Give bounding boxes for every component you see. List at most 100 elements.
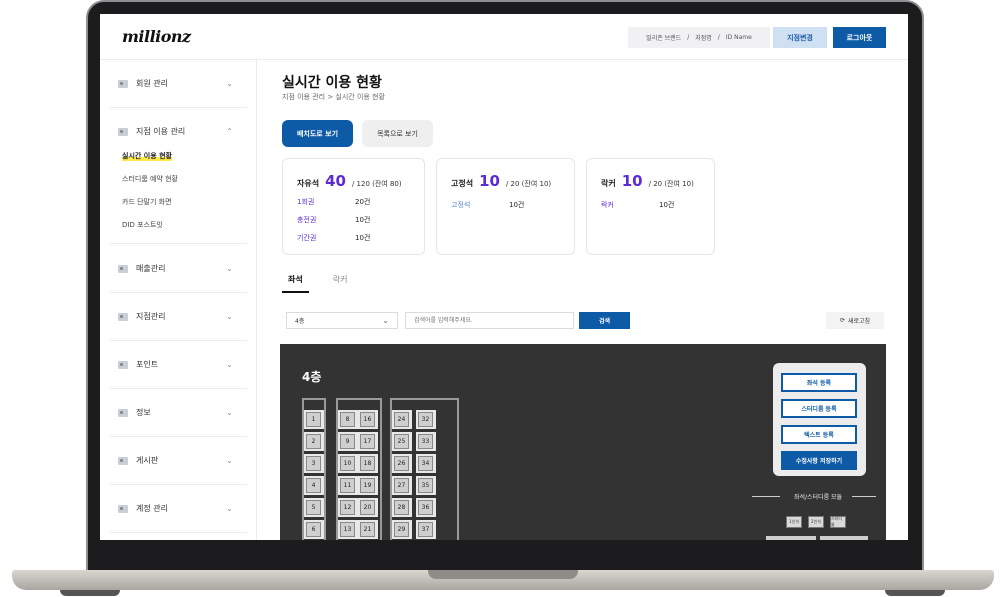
seat-29[interactable]: 29 xyxy=(394,522,409,537)
seat-20[interactable]: 20 xyxy=(360,500,375,515)
module-studyroom[interactable]: 스터디룸 xyxy=(830,516,846,528)
seat-13[interactable]: 13 xyxy=(340,522,355,537)
seat-25[interactable]: 25 xyxy=(394,434,409,449)
member-card-icon xyxy=(118,127,128,136)
logout-button[interactable]: 로그아웃 xyxy=(833,27,886,48)
user-id: ID Name xyxy=(725,34,752,41)
seat-21[interactable]: 21 xyxy=(360,522,375,537)
member-card-icon xyxy=(118,456,128,465)
seat-8[interactable]: 8 xyxy=(340,412,355,427)
sidebar-sub-card-terminal[interactable]: 카드 단말기 화면 xyxy=(110,190,247,213)
tab-bar: 좌석 락커 xyxy=(282,272,353,293)
refresh-button[interactable]: ⟳ 새로고침 xyxy=(826,312,884,329)
map-tool-panel: 좌석 등록 스터디룸 등록 텍스트 등록 수정사항 저장하기 xyxy=(773,363,866,476)
card-stat-row: 충전권 10건 xyxy=(297,216,371,224)
sidebar-sub-studyroom[interactable]: 스터디룸 예약 현황 xyxy=(110,167,247,190)
module-single-seat[interactable]: 1인석 xyxy=(786,516,802,528)
seat-24[interactable]: 24 xyxy=(394,412,409,427)
chevron-down-icon: ⌄ xyxy=(226,504,233,513)
brand-name: 밀리존 브랜드 xyxy=(646,35,682,42)
tab-seats[interactable]: 좌석 xyxy=(282,272,309,293)
module-preview xyxy=(766,536,816,540)
search-button[interactable]: 검색 xyxy=(579,312,630,329)
sidebar-menu-members[interactable]: 회원 관리 ⌄ xyxy=(110,60,247,108)
chevron-down-icon: ⌄ xyxy=(226,264,233,273)
chevron-down-icon: ⌄ xyxy=(226,408,233,417)
page-title: 실시간 이용 현황 xyxy=(282,75,382,91)
seat-18[interactable]: 18 xyxy=(360,456,375,471)
seat-27[interactable]: 27 xyxy=(394,478,409,493)
sidebar-menu-info[interactable]: 정보 ⌄ xyxy=(110,389,247,437)
module-preview xyxy=(820,536,868,540)
seat-3[interactable]: 3 xyxy=(306,456,321,471)
laptop-foot xyxy=(885,590,945,596)
module-double-seat[interactable]: 2인석 xyxy=(808,516,824,528)
register-seat-button[interactable]: 좌석 등록 xyxy=(781,373,857,392)
seat-11[interactable]: 11 xyxy=(340,478,355,493)
register-text-button[interactable]: 텍스트 등록 xyxy=(781,425,857,444)
seat-33[interactable]: 33 xyxy=(418,434,433,449)
seat-16[interactable]: 16 xyxy=(360,412,375,427)
sidebar-menu-sales[interactable]: 매출관리 ⌄ xyxy=(110,245,247,293)
member-card-icon xyxy=(118,312,128,321)
view-seatmap-button[interactable]: 배치도로 보기 xyxy=(282,120,353,147)
map-floor-label: 4층 xyxy=(302,370,322,384)
laptop-notch xyxy=(428,570,578,579)
seat-36[interactable]: 36 xyxy=(418,500,433,515)
sidebar-menu-board[interactable]: 게시판 ⌄ xyxy=(110,437,247,485)
chevron-down-icon: ⌄ xyxy=(382,316,389,325)
change-branch-button[interactable]: 지점변경 xyxy=(773,27,827,48)
account-breadcrumb: 밀리존 브랜드 / 지점명 / ID Name xyxy=(628,27,770,48)
view-list-button[interactable]: 목록으로 보기 xyxy=(362,120,433,147)
chevron-down-icon: ⌄ xyxy=(226,79,233,88)
laptop-frame: millionz 밀리존 브랜드 / 지점명 / ID Name 지점변경 로그… xyxy=(0,0,1005,597)
laptop-foot xyxy=(60,590,120,596)
sidebar-sub-did[interactable]: DID 포스트잇 xyxy=(110,213,247,236)
seat-6[interactable]: 6 xyxy=(306,522,321,537)
seat-1[interactable]: 1 xyxy=(306,412,321,427)
member-card-icon xyxy=(118,264,128,273)
refresh-icon: ⟳ xyxy=(839,317,845,324)
seat-32[interactable]: 32 xyxy=(418,412,433,427)
member-card-icon xyxy=(118,408,128,417)
sidebar: 회원 관리 ⌄ 지점 이용 관리 ⌃ 실시간 이용 현황 스터디룸 예약 현황 카드… xyxy=(100,60,257,540)
card-stat-row: 락커 10건 xyxy=(601,201,675,209)
locker-card: 락커 10/ 20 (잔여 10) 락커 10건 xyxy=(586,158,715,255)
seat-10[interactable]: 10 xyxy=(340,456,355,471)
seat-26[interactable]: 26 xyxy=(394,456,409,471)
seat-12[interactable]: 12 xyxy=(340,500,355,515)
brand-logo[interactable]: millionz xyxy=(122,27,191,46)
seat-35[interactable]: 35 xyxy=(418,478,433,493)
breadcrumb-separator: / xyxy=(717,34,720,41)
seat-2[interactable]: 2 xyxy=(306,434,321,449)
card-stat-row: 고정석 10건 xyxy=(451,201,525,209)
seat-map-canvas[interactable]: 4층 1 2 3 4 5 6 8 9 10 11 12 13 16 17 18 19 20 21 24 25 26 27 2… xyxy=(280,344,886,540)
sidebar-menu-points[interactable]: 포인트 ⌄ xyxy=(110,341,247,389)
app-screen: millionz 밀리존 브랜드 / 지점명 / ID Name 지점변경 로그… xyxy=(100,14,908,540)
sidebar-menu-branch[interactable]: 지점관리 ⌄ xyxy=(110,293,247,341)
sidebar-menu-account[interactable]: 계정 관리 ⌄ xyxy=(110,485,247,533)
module-title: 좌석/스터디룸 모듈 xyxy=(793,494,843,501)
tab-lockers[interactable]: 락커 xyxy=(327,272,354,293)
search-input[interactable] xyxy=(405,312,574,329)
member-card-icon xyxy=(118,360,128,369)
card-stat-row: 1회권 20건 xyxy=(297,198,371,206)
sidebar-menu-branch-usage[interactable]: 지점 이용 관리 ⌃ 실시간 이용 현황 스터디룸 예약 현황 카드 단말기 화면… xyxy=(110,108,247,244)
card-stat-row: 기간권 10건 xyxy=(297,234,371,242)
save-changes-button[interactable]: 수정사항 저장하기 xyxy=(781,451,857,470)
breadcrumb-separator: / xyxy=(687,34,690,41)
seat-5[interactable]: 5 xyxy=(306,500,321,515)
seat-34[interactable]: 34 xyxy=(418,456,433,471)
branch-name: 지점명 xyxy=(695,35,712,42)
register-studyroom-button[interactable]: 스터디룸 등록 xyxy=(781,399,857,418)
seat-9[interactable]: 9 xyxy=(340,434,355,449)
seat-4[interactable]: 4 xyxy=(306,478,321,493)
chevron-up-icon: ⌃ xyxy=(226,127,233,136)
floor-select[interactable]: 4층 ⌄ xyxy=(286,312,398,329)
seat-37[interactable]: 37 xyxy=(418,522,433,537)
seat-19[interactable]: 19 xyxy=(360,478,375,493)
seat-28[interactable]: 28 xyxy=(394,500,409,515)
chevron-down-icon: ⌄ xyxy=(226,456,233,465)
member-card-icon xyxy=(118,504,128,513)
seat-17[interactable]: 17 xyxy=(360,434,375,449)
